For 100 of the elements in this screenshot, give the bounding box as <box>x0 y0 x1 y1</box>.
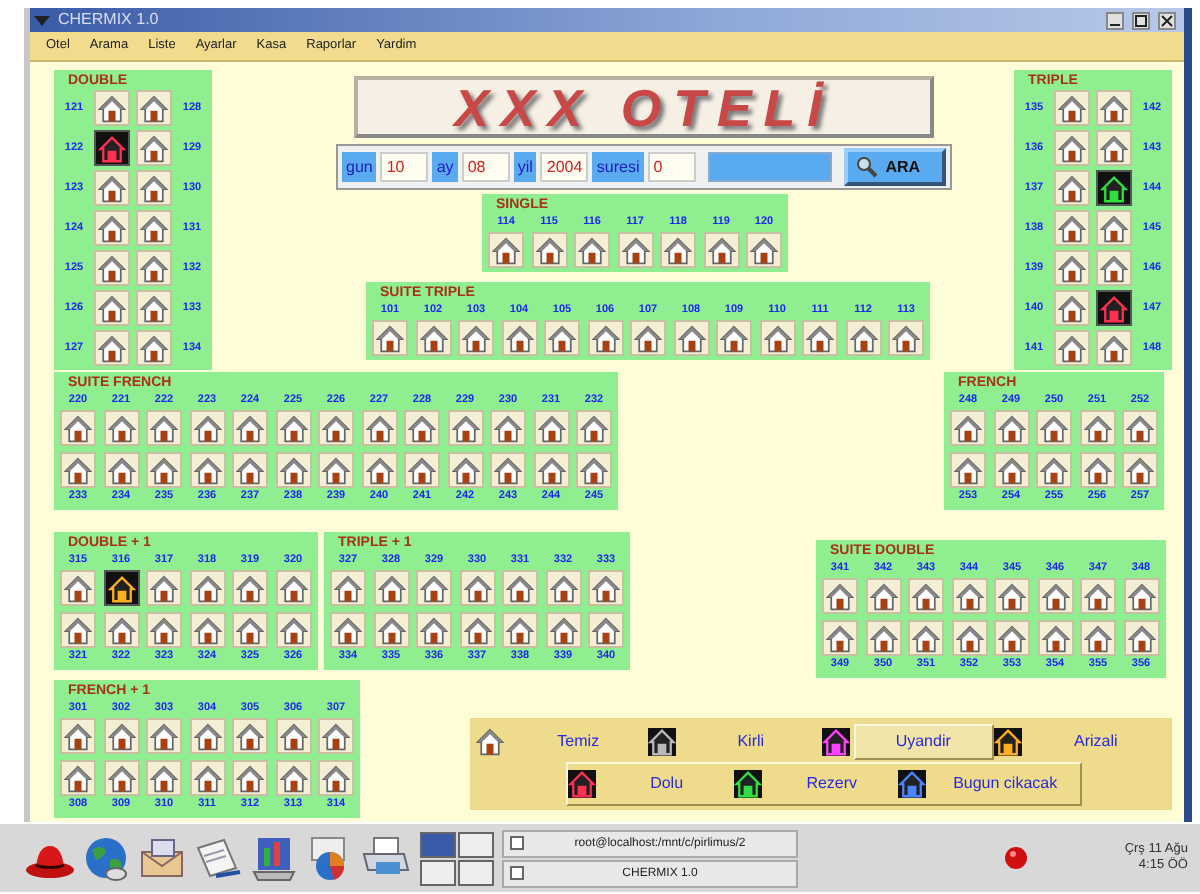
search-field[interactable] <box>707 152 832 182</box>
room-button[interactable] <box>746 232 782 268</box>
room-button[interactable] <box>103 760 139 796</box>
room-button[interactable] <box>361 452 397 488</box>
room-button[interactable] <box>1054 290 1090 326</box>
room-button[interactable] <box>660 232 696 268</box>
room-button[interactable] <box>802 320 838 356</box>
room-button[interactable] <box>361 410 397 446</box>
date-field[interactable]: 08 <box>461 152 510 182</box>
room-button[interactable] <box>146 410 182 446</box>
room-button[interactable] <box>1123 620 1159 656</box>
room-button[interactable] <box>146 570 182 606</box>
room-button[interactable] <box>459 612 495 648</box>
room-button[interactable] <box>275 760 311 796</box>
room-button[interactable] <box>94 170 130 206</box>
room-button[interactable] <box>447 452 483 488</box>
room-button[interactable] <box>888 320 924 356</box>
room-button[interactable] <box>950 452 986 488</box>
room-button[interactable] <box>404 410 440 446</box>
room-button[interactable] <box>232 452 268 488</box>
room-button[interactable] <box>94 90 130 126</box>
room-button[interactable] <box>576 452 612 488</box>
room-button[interactable] <box>94 210 130 246</box>
room-button[interactable] <box>189 612 225 648</box>
room-button[interactable] <box>447 410 483 446</box>
room-button[interactable] <box>94 330 130 366</box>
room-button[interactable] <box>1079 452 1115 488</box>
room-button[interactable] <box>588 570 624 606</box>
room-button[interactable] <box>146 760 182 796</box>
room-button[interactable] <box>587 320 623 356</box>
room-button[interactable] <box>136 330 172 366</box>
room-button[interactable] <box>372 320 408 356</box>
room-button[interactable] <box>60 410 96 446</box>
room-button[interactable] <box>490 452 526 488</box>
room-button[interactable] <box>501 320 537 356</box>
room-button[interactable] <box>416 570 452 606</box>
window-menu-icon[interactable] <box>34 13 50 27</box>
room-button[interactable] <box>189 718 225 754</box>
room-button[interactable] <box>1054 250 1090 286</box>
monitor-icon[interactable] <box>248 832 300 884</box>
room-button[interactable] <box>950 410 986 446</box>
room-button[interactable] <box>673 320 709 356</box>
room-button[interactable] <box>60 718 96 754</box>
room-button[interactable] <box>617 232 653 268</box>
maximize-button[interactable] <box>1132 11 1150 29</box>
room-button[interactable] <box>103 452 139 488</box>
room-button[interactable] <box>1054 330 1090 366</box>
room-button[interactable] <box>330 612 366 648</box>
room-button[interactable] <box>94 290 130 326</box>
room-button[interactable] <box>458 320 494 356</box>
room-button[interactable] <box>232 410 268 446</box>
room-button[interactable] <box>544 320 580 356</box>
room-button[interactable] <box>103 410 139 446</box>
room-button[interactable] <box>1080 578 1116 614</box>
workspace-button[interactable] <box>458 859 494 885</box>
room-button[interactable] <box>1096 210 1132 246</box>
room-button[interactable] <box>60 570 96 606</box>
room-button[interactable] <box>533 410 569 446</box>
room-button[interactable] <box>490 410 526 446</box>
minimize-button[interactable] <box>1106 11 1124 29</box>
status-light-icon[interactable] <box>1004 846 1028 870</box>
room-button[interactable] <box>1036 410 1072 446</box>
room-button[interactable] <box>232 570 268 606</box>
room-button[interactable] <box>1079 410 1115 446</box>
room-button[interactable] <box>275 570 311 606</box>
search-button[interactable]: ARA <box>843 148 946 186</box>
room-button[interactable] <box>60 612 96 648</box>
room-button[interactable] <box>275 410 311 446</box>
legend-button[interactable]: Uyandir <box>853 724 994 760</box>
room-button[interactable] <box>275 612 311 648</box>
room-button[interactable] <box>759 320 795 356</box>
room-button[interactable] <box>1122 452 1158 488</box>
room-button[interactable] <box>1080 620 1116 656</box>
workspace-button[interactable] <box>420 831 456 857</box>
room-button[interactable] <box>416 612 452 648</box>
room-button[interactable] <box>994 578 1030 614</box>
room-button[interactable] <box>588 612 624 648</box>
date-field[interactable]: 0 <box>647 152 696 182</box>
room-button[interactable] <box>531 232 567 268</box>
room-button[interactable] <box>822 620 858 656</box>
room-button[interactable] <box>60 760 96 796</box>
room-button[interactable] <box>136 130 172 166</box>
room-button[interactable] <box>146 718 182 754</box>
room-button[interactable] <box>865 620 901 656</box>
room-button[interactable] <box>103 570 139 606</box>
room-button[interactable] <box>275 452 311 488</box>
room-button[interactable] <box>1096 90 1132 126</box>
room-button[interactable] <box>232 718 268 754</box>
room-button[interactable] <box>232 612 268 648</box>
room-button[interactable] <box>1054 130 1090 166</box>
room-button[interactable] <box>488 232 524 268</box>
room-button[interactable] <box>1054 210 1090 246</box>
globe-icon[interactable] <box>80 832 132 884</box>
room-button[interactable] <box>136 290 172 326</box>
room-button[interactable] <box>232 760 268 796</box>
room-button[interactable] <box>908 620 944 656</box>
room-button[interactable] <box>630 320 666 356</box>
room-button[interactable] <box>545 612 581 648</box>
room-button[interactable] <box>1037 620 1073 656</box>
room-button[interactable] <box>103 612 139 648</box>
